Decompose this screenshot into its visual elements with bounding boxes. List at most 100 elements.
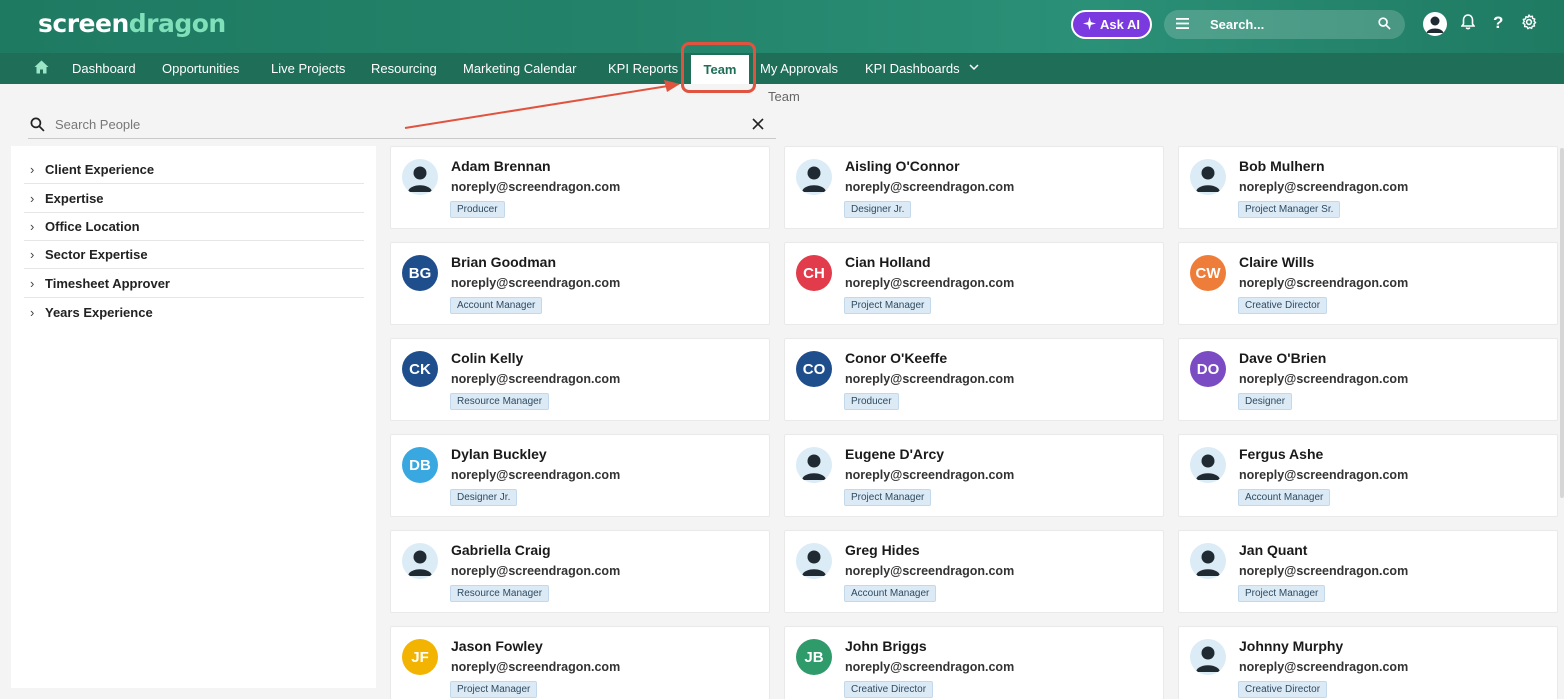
person-card[interactable]: CK Colin Kelly noreply@screendragon.com Res… — [390, 338, 770, 421]
person-name[interactable]: Colin Kelly — [451, 350, 523, 366]
person-name[interactable]: Fergus Ashe — [1239, 446, 1323, 462]
person-email: noreply@screendragon.com — [845, 180, 1015, 194]
role-badge: Designer Jr. — [844, 201, 912, 218]
person-name[interactable]: Claire Wills — [1239, 254, 1314, 270]
role-badge: Designer — [1238, 393, 1293, 410]
ask-ai-button[interactable]: Ask AI — [1071, 10, 1152, 39]
person-card[interactable]: Johnny Murphy noreply@screendragon.com Cre… — [1178, 626, 1558, 699]
people-search-placeholder: Search People — [55, 116, 141, 132]
nav-live-projects[interactable]: Live Projects — [271, 53, 345, 84]
person-card[interactable]: DO Dave O'Brien noreply@screendragon.com De… — [1178, 338, 1558, 421]
person-card[interactable]: Jan Quant noreply@screendragon.com Project… — [1178, 530, 1558, 613]
main-nav: Dashboard Opportunities Live Projects Re… — [0, 53, 1564, 84]
person-name[interactable]: Dave O'Brien — [1239, 350, 1326, 366]
screendragon-logo[interactable]: screendragon — [38, 9, 226, 38]
filter-years-experience[interactable]: › Years Experience — [24, 298, 364, 326]
nav-my-approvals[interactable]: My Approvals — [760, 53, 838, 84]
person-card[interactable]: Gabriella Craig noreply@screendragon.com R… — [390, 530, 770, 613]
search-icon[interactable] — [1378, 16, 1391, 33]
person-name[interactable]: Aisling O'Connor — [845, 158, 960, 174]
person-name[interactable]: Johnny Murphy — [1239, 638, 1343, 654]
close-icon[interactable] — [752, 118, 764, 130]
person-name[interactable]: Gabriella Craig — [451, 542, 551, 558]
avatar-placeholder-icon — [796, 447, 832, 483]
role-badge: Designer Jr. — [450, 489, 518, 506]
filter-label: Sector Expertise — [45, 247, 148, 262]
top-header: screendragon Ask AI Search... ? — [0, 0, 1564, 53]
scrollbar[interactable] — [1560, 148, 1564, 498]
filter-timesheet-approver[interactable]: › Timesheet Approver — [24, 270, 364, 298]
gear-icon[interactable] — [1521, 14, 1537, 30]
person-name[interactable]: Bob Mulhern — [1239, 158, 1325, 174]
filter-label: Timesheet Approver — [45, 276, 170, 291]
person-card[interactable]: Fergus Ashe noreply@screendragon.com Accou… — [1178, 434, 1558, 517]
home-icon[interactable] — [34, 60, 49, 76]
person-name[interactable]: Jason Fowley — [451, 638, 543, 654]
bell-icon[interactable] — [1461, 14, 1475, 30]
chevron-down-icon — [969, 51, 979, 82]
person-card[interactable]: Eugene D'Arcy noreply@screendragon.com Pro… — [784, 434, 1164, 517]
role-badge: Creative Director — [844, 681, 934, 698]
menu-icon[interactable] — [1176, 17, 1190, 32]
people-search-input[interactable]: Search People — [28, 110, 776, 139]
person-email: noreply@screendragon.com — [845, 276, 1015, 290]
person-email: noreply@screendragon.com — [1239, 468, 1409, 482]
nav-resourcing[interactable]: Resourcing — [371, 53, 437, 84]
person-name[interactable]: Jan Quant — [1239, 542, 1307, 558]
person-card[interactable]: DB Dylan Buckley noreply@screendragon.com D… — [390, 434, 770, 517]
person-card[interactable]: Adam Brennan noreply@screendragon.com Prod… — [390, 146, 770, 229]
nav-dashboard[interactable]: Dashboard — [72, 53, 136, 84]
filter-expertise[interactable]: › Expertise — [24, 185, 364, 213]
person-name[interactable]: Conor O'Keeffe — [845, 350, 947, 366]
person-name[interactable]: Brian Goodman — [451, 254, 556, 270]
user-avatar-icon[interactable] — [1423, 12, 1447, 36]
nav-opportunities[interactable]: Opportunities — [162, 53, 239, 84]
global-search-input[interactable]: Search... — [1164, 10, 1405, 39]
person-card[interactable]: Aisling O'Connor noreply@screendragon.com… — [784, 146, 1164, 229]
role-badge: Project Manager — [844, 489, 932, 506]
person-email: noreply@screendragon.com — [845, 468, 1015, 482]
person-name[interactable]: Dylan Buckley — [451, 446, 547, 462]
person-card[interactable]: CH Cian Holland noreply@screendragon.com Pr… — [784, 242, 1164, 325]
person-card[interactable]: JF Jason Fowley noreply@screendragon.com Pr… — [390, 626, 770, 699]
global-search-placeholder: Search... — [1210, 17, 1265, 32]
nav-kpi-dashboards[interactable]: KPI Dashboards — [865, 53, 979, 84]
role-badge: Project Manager — [844, 297, 932, 314]
avatar-placeholder-icon — [796, 159, 832, 195]
avatar-initials: CH — [796, 255, 832, 291]
person-card[interactable]: Bob Mulhern noreply@screendragon.com Proje… — [1178, 146, 1558, 229]
logo-text-2: dragon — [128, 9, 226, 38]
person-card[interactable]: JB John Briggs noreply@screendragon.com Cre… — [784, 626, 1164, 699]
person-name[interactable]: Eugene D'Arcy — [845, 446, 944, 462]
chevron-right-icon: › — [30, 276, 35, 291]
person-card[interactable]: Greg Hides noreply@screendragon.com Accoun… — [784, 530, 1164, 613]
filter-client-experience[interactable]: › Client Experience — [24, 156, 364, 184]
nav-marketing-calendar[interactable]: Marketing Calendar — [463, 53, 576, 84]
avatar-placeholder-icon — [1190, 639, 1226, 675]
role-badge: Project Manager Sr. — [1238, 201, 1341, 218]
person-card[interactable]: CO Conor O'Keeffe noreply@screendragon.com… — [784, 338, 1164, 421]
person-name[interactable]: Adam Brennan — [451, 158, 551, 174]
person-name[interactable]: Cian Holland — [845, 254, 931, 270]
person-card[interactable]: CW Claire Wills noreply@screendragon.com Cr… — [1178, 242, 1558, 325]
person-email: noreply@screendragon.com — [1239, 564, 1409, 578]
chevron-right-icon: › — [30, 162, 35, 177]
role-badge: Producer — [450, 201, 505, 218]
help-icon[interactable]: ? — [1493, 13, 1503, 33]
person-email: noreply@screendragon.com — [451, 468, 621, 482]
person-name[interactable]: Greg Hides — [845, 542, 920, 558]
avatar-placeholder-icon — [796, 543, 832, 579]
nav-kpi-reports[interactable]: KPI Reports — [608, 53, 678, 84]
sparkle-icon — [1083, 16, 1096, 33]
person-name[interactable]: John Briggs — [845, 638, 927, 654]
person-email: noreply@screendragon.com — [451, 660, 621, 674]
person-card[interactable]: BG Brian Goodman noreply@screendragon.com A… — [390, 242, 770, 325]
avatar-placeholder-icon — [402, 543, 438, 579]
person-email: noreply@screendragon.com — [451, 564, 621, 578]
filter-sector-expertise[interactable]: › Sector Expertise — [24, 241, 364, 269]
search-icon — [30, 117, 45, 132]
avatar-initials: DB — [402, 447, 438, 483]
role-badge: Account Manager — [1238, 489, 1331, 506]
filter-office-location[interactable]: › Office Location — [24, 213, 364, 241]
avatar-placeholder-icon — [1190, 159, 1226, 195]
